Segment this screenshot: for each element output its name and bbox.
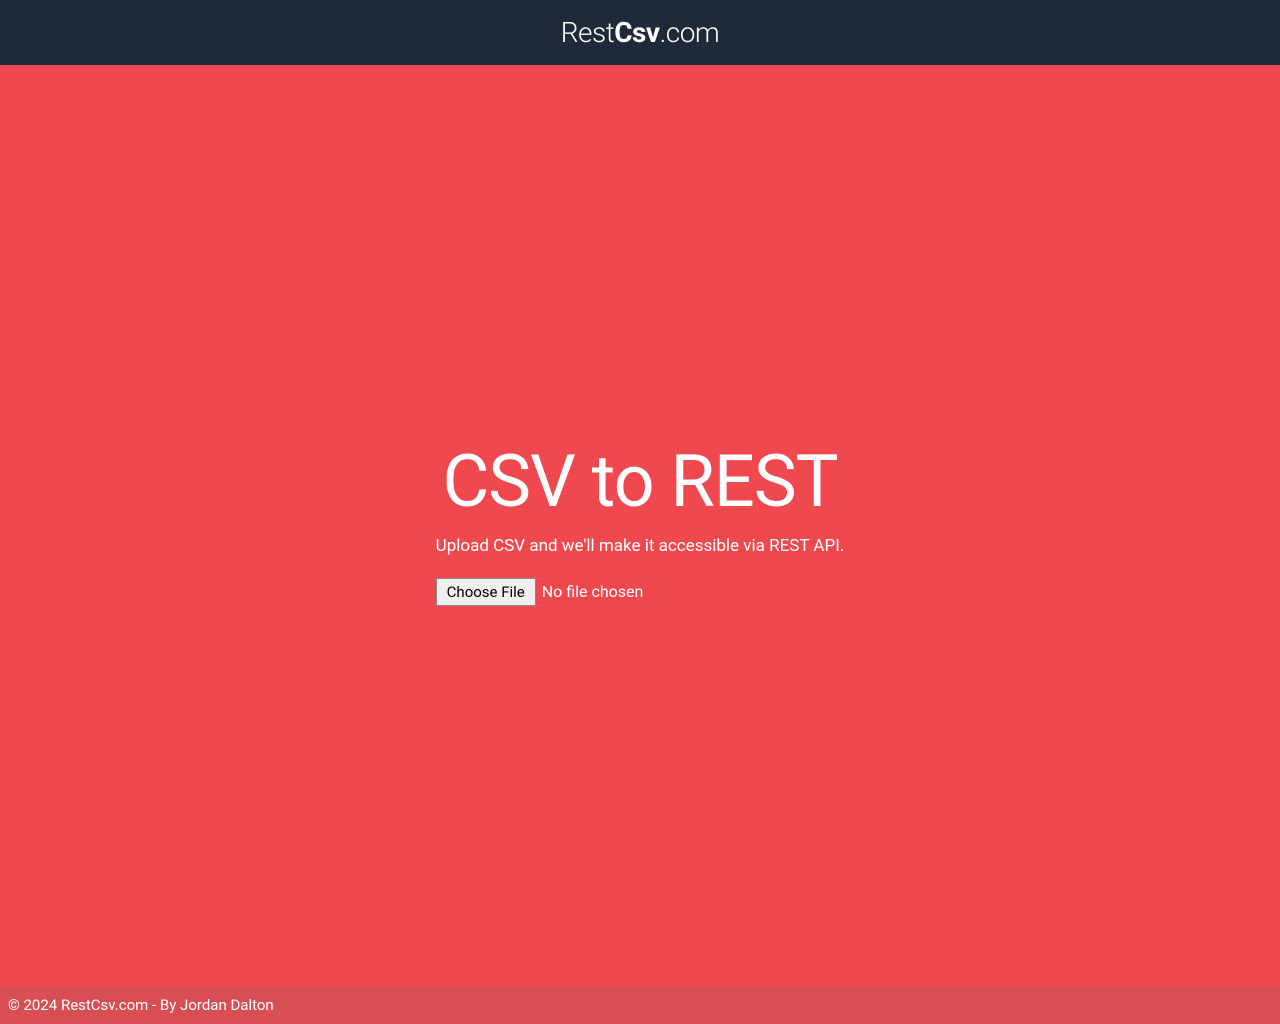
page-subtitle: Upload CSV and we'll make it accessible …: [436, 536, 845, 556]
logo-part-com: .com: [660, 16, 720, 49]
file-status-text: No file chosen: [542, 582, 644, 601]
choose-file-button[interactable]: Choose File: [436, 578, 536, 606]
copyright-text: © 2024 RestCsv.com - By: [8, 996, 180, 1014]
logo[interactable]: RestCsv.com: [561, 16, 720, 49]
author-link[interactable]: Jordan Dalton: [180, 996, 274, 1014]
logo-part-csv: Csv: [614, 16, 659, 49]
main-content: CSV to REST Upload CSV and we'll make it…: [0, 65, 1280, 986]
site-header: RestCsv.com: [0, 0, 1280, 65]
page-title: CSV to REST: [436, 446, 845, 518]
file-upload: Choose File No file chosen: [436, 578, 845, 606]
site-footer: © 2024 RestCsv.com - By Jordan Dalton: [0, 986, 1280, 1024]
hero-section: CSV to REST Upload CSV and we'll make it…: [436, 446, 845, 606]
logo-part-rest: Rest: [561, 16, 614, 49]
